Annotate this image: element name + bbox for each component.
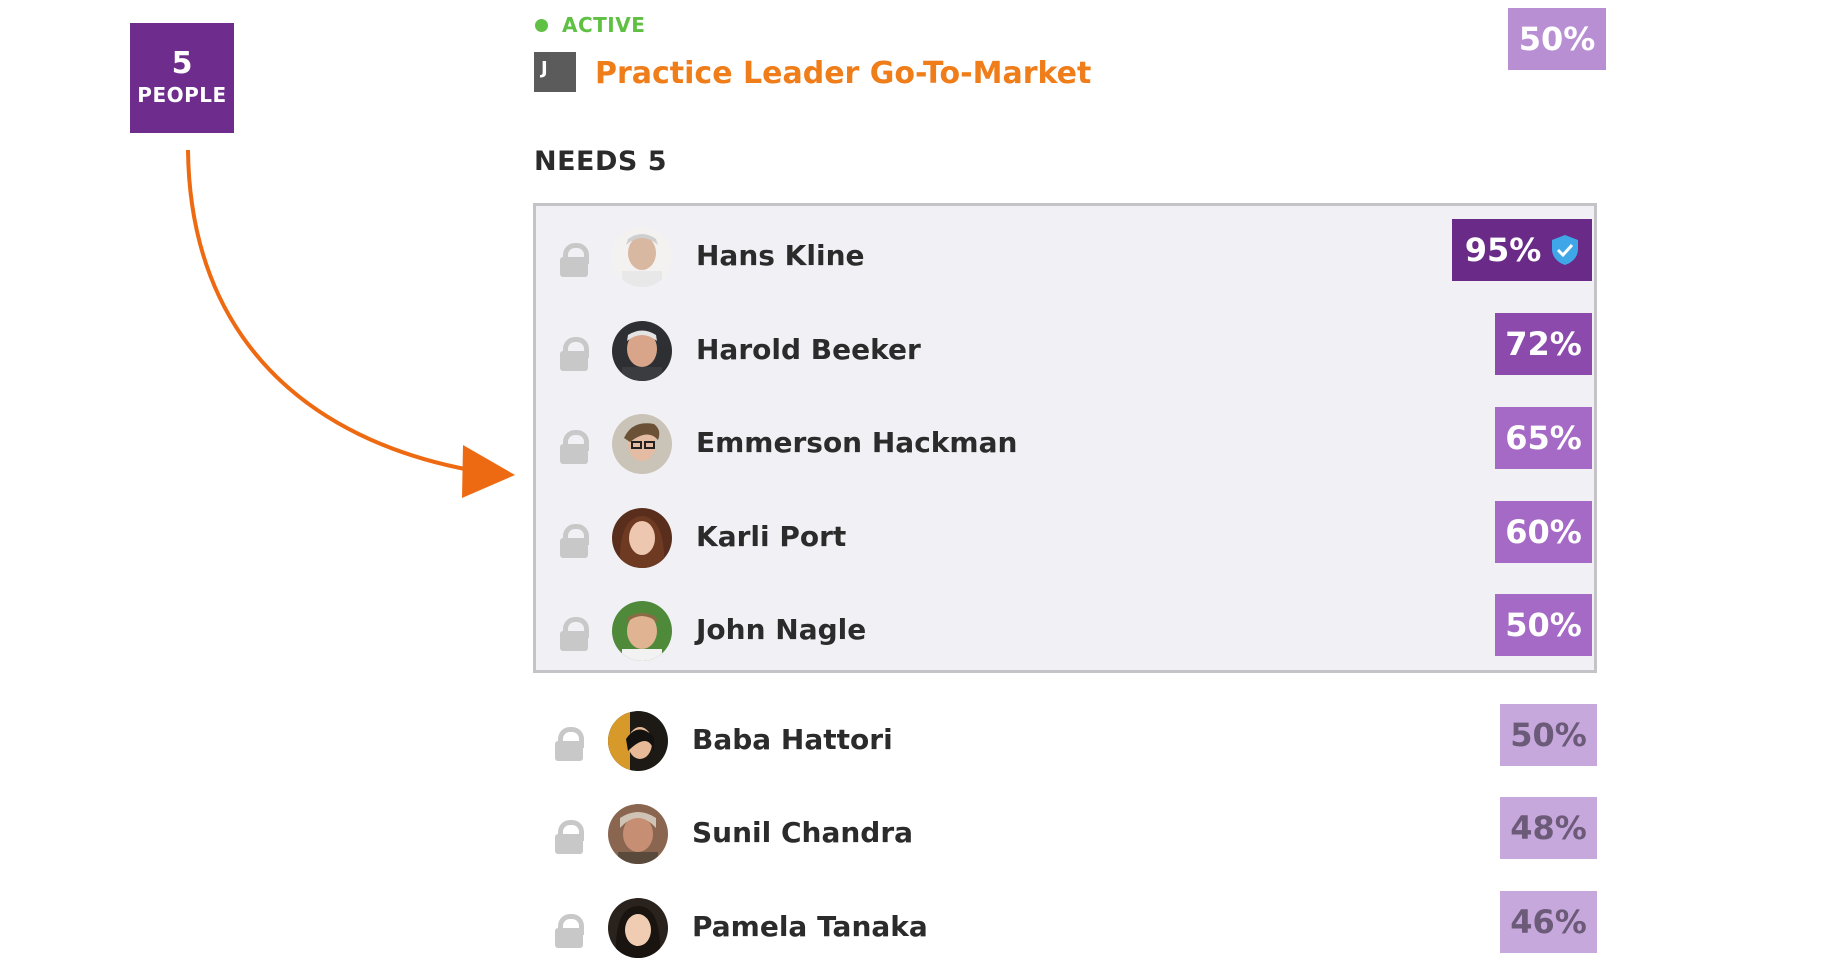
candidate-name[interactable]: Sunil Chandra bbox=[692, 815, 913, 851]
match-value: 50% bbox=[1510, 716, 1587, 754]
avatar bbox=[608, 804, 668, 864]
match-badge: 50% bbox=[1495, 594, 1592, 656]
candidate-name[interactable]: John Nagle bbox=[696, 612, 866, 648]
candidate-name[interactable]: Emmerson Hackman bbox=[696, 425, 1017, 461]
project-icon: J bbox=[534, 52, 576, 92]
curved-arrow-icon bbox=[186, 149, 515, 498]
avatar bbox=[612, 227, 672, 287]
match-badge: 50% bbox=[1500, 704, 1597, 766]
match-badge: 95% bbox=[1452, 219, 1592, 281]
role-status-label: ACTIVE bbox=[562, 13, 646, 37]
avatar bbox=[612, 321, 672, 381]
role-match-badge: 50% bbox=[1508, 8, 1606, 70]
avatar bbox=[612, 414, 672, 474]
candidate-name[interactable]: Karli Port bbox=[696, 519, 846, 555]
unlocked-lock-icon[interactable] bbox=[560, 430, 589, 464]
role-title-link[interactable]: Practice Leader Go-To-Market bbox=[595, 54, 1091, 94]
match-value: 95% bbox=[1464, 231, 1542, 269]
unlocked-lock-icon[interactable] bbox=[555, 727, 584, 761]
project-icon-letter: J bbox=[541, 58, 548, 79]
match-badge: 65% bbox=[1495, 407, 1592, 469]
unlocked-lock-icon[interactable] bbox=[555, 914, 584, 948]
verified-shield-icon bbox=[1552, 235, 1579, 265]
role-status: ACTIVE bbox=[535, 12, 645, 38]
needs-label: NEEDS 5 bbox=[534, 146, 668, 177]
match-badge: 60% bbox=[1495, 501, 1592, 563]
unlocked-lock-icon[interactable] bbox=[560, 524, 589, 558]
people-count-badge: 5 PEOPLE bbox=[130, 23, 234, 133]
unlocked-lock-icon[interactable] bbox=[560, 243, 589, 277]
match-value: 48% bbox=[1510, 809, 1587, 847]
candidate-name[interactable]: Baba Hattori bbox=[692, 722, 893, 758]
match-value: 46% bbox=[1510, 903, 1587, 941]
people-label: PEOPLE bbox=[137, 83, 227, 107]
candidate-name[interactable]: Hans Kline bbox=[696, 238, 865, 274]
candidate-name[interactable]: Pamela Tanaka bbox=[692, 909, 928, 945]
match-value: 50% bbox=[1505, 606, 1582, 644]
unlocked-lock-icon[interactable] bbox=[560, 617, 589, 651]
avatar bbox=[612, 601, 672, 661]
unlocked-lock-icon[interactable] bbox=[560, 337, 589, 371]
match-badge: 72% bbox=[1495, 313, 1592, 375]
selected-candidates-panel bbox=[533, 203, 1597, 673]
match-value: 60% bbox=[1505, 513, 1582, 551]
match-badge: 48% bbox=[1500, 797, 1597, 859]
unlocked-lock-icon[interactable] bbox=[555, 820, 584, 854]
avatar bbox=[608, 898, 668, 958]
avatar bbox=[608, 711, 668, 771]
match-value: 65% bbox=[1505, 419, 1582, 457]
match-value: 72% bbox=[1505, 325, 1582, 363]
candidate-name[interactable]: Harold Beeker bbox=[696, 332, 921, 368]
active-dot-icon bbox=[535, 18, 548, 32]
people-count: 5 bbox=[171, 46, 193, 81]
match-badge: 46% bbox=[1500, 891, 1597, 953]
avatar bbox=[612, 508, 672, 568]
